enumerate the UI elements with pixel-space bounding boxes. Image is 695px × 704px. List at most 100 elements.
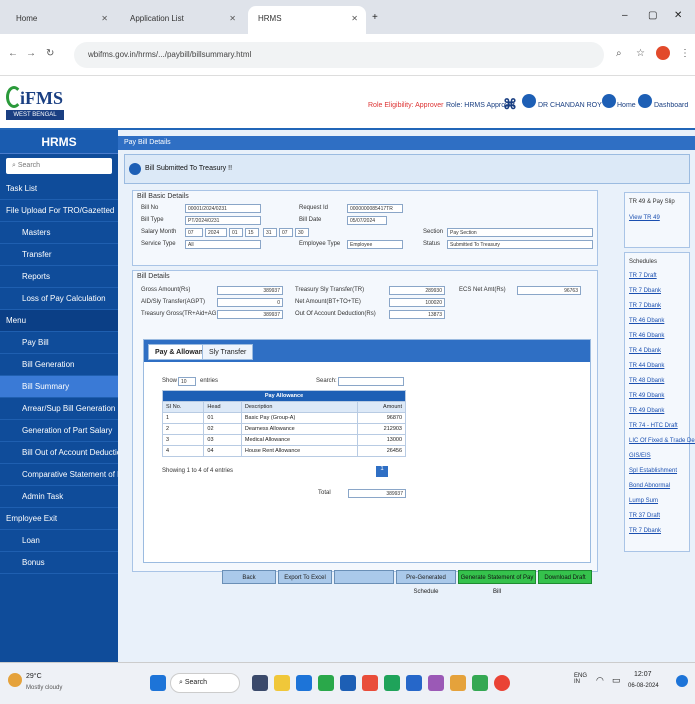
sidebar-item[interactable]: Task List	[0, 178, 118, 200]
schedule-link[interactable]: TR 37 Draft	[629, 513, 660, 519]
schedule-link[interactable]: TR 49 Dbank	[629, 408, 664, 414]
home-link[interactable]: Home	[617, 102, 636, 109]
salary-month-field[interactable]: 07	[185, 228, 203, 237]
schedule-link[interactable]: TR 7 Dbank	[629, 528, 661, 534]
column-header[interactable]: Amount	[356, 401, 407, 413]
notification-icon[interactable]	[676, 675, 688, 687]
generate-statement-button[interactable]: Generate Statement of Pay Bill	[458, 570, 536, 595]
employee-type-field[interactable]: Employee	[347, 240, 403, 249]
minimize-button[interactable]: –	[622, 10, 628, 21]
clock-time[interactable]: 12:07	[634, 671, 652, 678]
sidebar-item[interactable]: Admin Task	[0, 486, 118, 508]
wifi-icon[interactable]: ◠	[596, 675, 604, 686]
battery-icon[interactable]: ▭	[612, 675, 621, 686]
tab-sly-transfer[interactable]: Sly Transfer	[202, 344, 254, 360]
sidebar-item[interactable]: Bill Out of Account Deduction	[0, 442, 118, 464]
bill-no-field[interactable]: 00001/2024/0231	[185, 204, 261, 213]
sidebar-item[interactable]: Pay Bill	[0, 332, 118, 354]
treasury-gross-field[interactable]: 389937	[217, 310, 283, 319]
reload-icon[interactable]: ↻	[46, 48, 54, 59]
total-field[interactable]: 389937	[348, 489, 406, 498]
language-indicator[interactable]: ENG IN	[574, 673, 592, 685]
blank-button[interactable]	[334, 570, 394, 584]
sidebar-item[interactable]: Masters	[0, 222, 118, 244]
bookmark-icon[interactable]: ☆	[636, 48, 645, 59]
schedule-link[interactable]: Bond Abnormal	[629, 483, 670, 489]
zoom-icon[interactable]: ⌕	[616, 48, 622, 59]
sidebar-item[interactable]: Loan	[0, 530, 118, 552]
sidebar-item[interactable]: Bill Generation	[0, 354, 118, 376]
service-type-field[interactable]: All	[185, 240, 261, 249]
maximize-button[interactable]: ▢	[648, 10, 657, 21]
net-amount-field[interactable]: 100020	[389, 298, 445, 307]
forward-icon[interactable]: →	[26, 48, 36, 59]
export-excel-button[interactable]: Export To Excel	[278, 570, 332, 584]
bill-type-field[interactable]: PT/2024/0231	[185, 216, 261, 225]
excel-icon[interactable]	[384, 675, 400, 691]
browser-tab-hrms[interactable]: HRMS ✕	[248, 6, 366, 34]
aid-field[interactable]: 0	[217, 298, 283, 307]
home-icon[interactable]	[602, 94, 616, 108]
schedule-link[interactable]: TR 46 Dbank	[629, 318, 664, 324]
back-button[interactable]: Back	[222, 570, 276, 584]
page-button[interactable]: 1	[376, 466, 388, 477]
schedule-link[interactable]: TR 74 - HTC Draft	[629, 423, 678, 429]
new-tab-button[interactable]: +	[372, 12, 378, 23]
close-icon[interactable]: ✕	[351, 14, 358, 23]
column-header[interactable]: SI No.	[161, 401, 205, 413]
request-id-field[interactable]: 0000000085417TR	[347, 204, 403, 213]
schedule-link[interactable]: LIC Of Fixed & Trade Deduction	[629, 438, 695, 444]
browser-tab-home[interactable]: Home ✕	[6, 6, 116, 34]
menu-icon[interactable]: ⋮	[680, 48, 690, 59]
close-window-button[interactable]: ✕	[674, 10, 682, 21]
pre-generated-schedule-button[interactable]: Pre-Generated Schedule	[396, 570, 456, 595]
section-field[interactable]: Pay Section	[447, 228, 593, 237]
salary-year-field[interactable]: 2024	[205, 228, 227, 237]
sidebar-item[interactable]: Generation of Part Salary	[0, 420, 118, 442]
sidebar-item[interactable]: Reports	[0, 266, 118, 288]
sidebar-item[interactable]: Comparative Statement of Pay	[0, 464, 118, 486]
word-icon[interactable]	[406, 675, 422, 691]
user-avatar-icon[interactable]	[522, 94, 536, 108]
dashboard-link[interactable]: Dashboard	[654, 102, 694, 109]
salary-field[interactable]: 15	[245, 228, 259, 237]
sidebar-item[interactable]: Loss of Pay Calculation	[0, 288, 118, 310]
table-search-input[interactable]	[338, 377, 404, 386]
edge-icon[interactable]	[296, 675, 312, 691]
salary-field[interactable]: 31	[263, 228, 277, 237]
schedule-link[interactable]: TR 7 Dbank	[629, 303, 661, 309]
role-eligibility-link[interactable]: Role Eligibility: Approver	[368, 102, 443, 109]
user-name[interactable]: DR CHANDAN ROY	[538, 102, 602, 109]
close-icon[interactable]: ✕	[101, 14, 108, 23]
back-icon[interactable]: ←	[8, 48, 18, 59]
column-header[interactable]: Head	[203, 401, 242, 413]
sidebar-item[interactable]: Employee Exit	[0, 508, 118, 530]
chrome-icon[interactable]	[494, 675, 510, 691]
sidebar-item[interactable]: Transfer	[0, 244, 118, 266]
entries-select[interactable]: 10	[178, 377, 196, 386]
task-view-icon[interactable]	[252, 675, 268, 691]
schedule-link[interactable]: TR 46 Dbank	[629, 333, 664, 339]
schedule-link[interactable]: TR 7 Dbank	[629, 288, 661, 294]
salary-field[interactable]: 07	[279, 228, 293, 237]
sidebar-item[interactable]: File Upload For TRO/Gazetted	[0, 200, 118, 222]
ecs-field[interactable]: 96763	[517, 286, 581, 295]
hierarchy-icon[interactable]: ⌘	[503, 96, 517, 113]
status-field[interactable]: Submitted To Treasury	[447, 240, 593, 249]
schedule-link[interactable]: TR 48 Dbank	[629, 378, 664, 384]
file-explorer-icon[interactable]	[274, 675, 290, 691]
office-icon[interactable]	[362, 675, 378, 691]
app-icon[interactable]	[472, 675, 488, 691]
sidebar-search-input[interactable]: ⌕ Search	[6, 158, 112, 174]
clock-date[interactable]: 06-08-2024	[628, 683, 659, 689]
mail-icon[interactable]	[340, 675, 356, 691]
profile-icon[interactable]	[656, 46, 670, 60]
app-icon[interactable]	[428, 675, 444, 691]
browser-tab-application-list[interactable]: Application List ✕	[120, 6, 244, 34]
dashboard-icon[interactable]	[638, 94, 652, 108]
outside-deduction-field[interactable]: 13873	[389, 310, 445, 319]
weather-icon[interactable]	[8, 673, 22, 687]
sidebar-item[interactable]: Bill Summary	[0, 376, 118, 398]
close-icon[interactable]: ✕	[229, 14, 236, 23]
sidebar-item[interactable]: Arrear/Sup Bill Generation	[0, 398, 118, 420]
